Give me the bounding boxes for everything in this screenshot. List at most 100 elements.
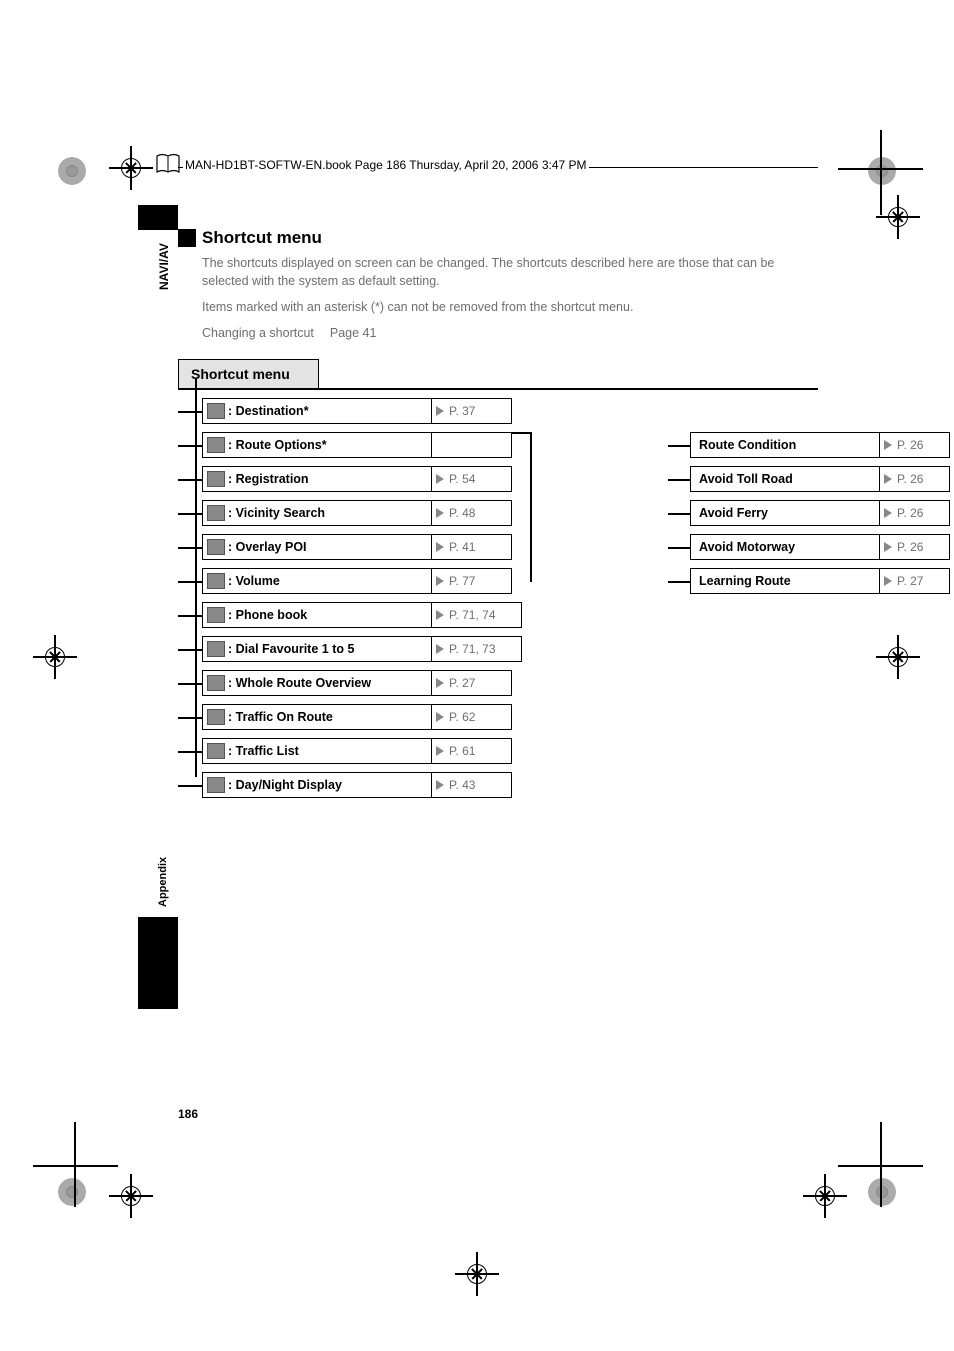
page-ref: P. 26	[880, 466, 950, 492]
menu-item[interactable]: : Registration	[202, 466, 432, 492]
sub-menu-row: Avoid Toll Road P. 26	[668, 466, 950, 492]
triangle-icon	[884, 440, 892, 450]
branch-connector	[178, 738, 202, 764]
sub-menu-item[interactable]: Learning Route	[690, 568, 880, 594]
page-ref-text: P. 26	[897, 438, 923, 452]
side-tab-top	[138, 205, 178, 230]
menu-item[interactable]: : Dial Favourite 1 to 5	[202, 636, 432, 662]
triangle-icon	[436, 474, 444, 484]
changing-shortcut-text: Changing a shortcut	[202, 326, 314, 340]
menu-item[interactable]: : Volume	[202, 568, 432, 594]
cross-reg-tr	[876, 195, 920, 239]
page-ref-text: P. 71, 74	[449, 608, 496, 622]
menu-item[interactable]: : Day/Night Display	[202, 772, 432, 798]
tree-connector-top	[511, 432, 532, 434]
page-number: 186	[178, 1107, 198, 1121]
branch-connector	[178, 432, 202, 458]
menu-row: : Whole Route OverviewP. 27	[178, 670, 818, 696]
triangle-icon	[884, 508, 892, 518]
menu-item-icon	[207, 505, 225, 521]
sub-menu-row: Avoid FerryP. 26	[668, 500, 950, 526]
menu-item[interactable]: : Phone book	[202, 602, 432, 628]
cross-reg-br	[803, 1174, 847, 1218]
page-ref-text: P. 41	[449, 540, 475, 554]
sub-menu-item-label: Avoid Ferry	[699, 506, 768, 520]
menu-item-icon	[207, 675, 225, 691]
side-tab-appendix	[138, 917, 178, 1009]
menu-item[interactable]: : Traffic On Route	[202, 704, 432, 730]
page-ref: P. 77	[432, 568, 512, 594]
crop-line	[838, 168, 923, 170]
cross-reg-mr	[876, 635, 920, 679]
menu-item[interactable]: : Destination*	[202, 398, 432, 424]
branch-connector	[178, 772, 202, 798]
intro-para-1: The shortcuts displayed on screen can be…	[202, 254, 818, 290]
branch-connector	[178, 466, 202, 492]
cross-reg-bc	[455, 1252, 499, 1296]
menu-row: : Traffic ListP. 61	[178, 738, 818, 764]
menu-row: : Traffic On Route P. 62	[178, 704, 818, 730]
menu-item[interactable]: : Route Options*	[202, 432, 432, 458]
sub-menu-item[interactable]: Avoid Toll Road	[690, 466, 880, 492]
menu-item-icon	[207, 777, 225, 793]
page-ref	[432, 432, 512, 458]
menu-item-icon	[207, 573, 225, 589]
sub-menu-item-label: Avoid Motorway	[699, 540, 795, 554]
sub-menu-item[interactable]: Avoid Motorway	[690, 534, 880, 560]
page-ref: P. 27	[432, 670, 512, 696]
triangle-icon	[436, 576, 444, 586]
sub-menu-column: Route Condition P. 26 Avoid Toll Road P. 26…	[668, 432, 950, 602]
crop-line	[33, 1165, 118, 1167]
reg-mark-br	[868, 1178, 896, 1206]
triangle-icon	[436, 610, 444, 620]
branch-connector	[178, 500, 202, 526]
branch-connector	[668, 432, 690, 458]
menu-item[interactable]: : Overlay POI	[202, 534, 432, 560]
side-label-appendix: Appendix	[157, 857, 169, 907]
menu-item-label: : Registration	[228, 472, 309, 486]
branch-connector	[668, 568, 690, 594]
menu-item-label: : Vicinity Search	[228, 506, 325, 520]
side-label-naviav: NAVI/AV	[157, 243, 171, 290]
page-ref-text: P. 77	[449, 574, 475, 588]
page-ref: P. 62	[432, 704, 512, 730]
intro-para-2: Items marked with an asterisk (*) can no…	[202, 298, 818, 316]
menu-item[interactable]: : Vicinity Search	[202, 500, 432, 526]
sub-menu-row: Route Condition P. 26	[668, 432, 950, 458]
reg-mark-tl	[58, 157, 86, 185]
sub-menu-item[interactable]: Route Condition	[690, 432, 880, 458]
page-ref: P. 37	[432, 398, 512, 424]
book-icon	[155, 152, 181, 181]
menu-item-label: : Traffic On Route	[228, 710, 333, 724]
cross-reg-bl	[109, 1174, 153, 1218]
cross-reg-tl	[109, 146, 153, 190]
tree-stem-main	[195, 379, 197, 777]
menu-item-label: : Traffic List	[228, 744, 299, 758]
page-ref: P. 54	[432, 466, 512, 492]
page-ref: P. 71, 73	[432, 636, 522, 662]
menu-item[interactable]: : Whole Route Overview	[202, 670, 432, 696]
tree-stem-sub	[530, 432, 532, 582]
triangle-icon	[884, 542, 892, 552]
cross-reg-ml	[33, 635, 77, 679]
page-ref: P. 26	[880, 432, 950, 458]
sub-menu-item[interactable]: Avoid Ferry	[690, 500, 880, 526]
menu-tree: : Destination*P. 37: Route Options* : Reg…	[178, 398, 818, 798]
crop-line	[838, 1165, 923, 1167]
reg-mark-tr	[868, 157, 896, 185]
page-ref-text: P. 71, 73	[449, 642, 496, 656]
page-ref-text: P. 48	[449, 506, 475, 520]
menu-item[interactable]: : Traffic List	[202, 738, 432, 764]
page-ref-text: P. 26	[897, 472, 923, 486]
sub-menu-row: Learning Route P. 27	[668, 568, 950, 594]
page-ref: P. 48	[432, 500, 512, 526]
page-ref-text: P. 54	[449, 472, 475, 486]
menu-item-icon	[207, 437, 225, 453]
menu-item-icon	[207, 471, 225, 487]
sub-menu-row: Avoid MotorwayP. 26	[668, 534, 950, 560]
triangle-icon	[436, 746, 444, 756]
menu-item-label: : Overlay POI	[228, 540, 307, 554]
menu-item-label: : Day/Night Display	[228, 778, 342, 792]
section-rule	[178, 388, 818, 390]
page-ref-text: P. 27	[897, 574, 923, 588]
